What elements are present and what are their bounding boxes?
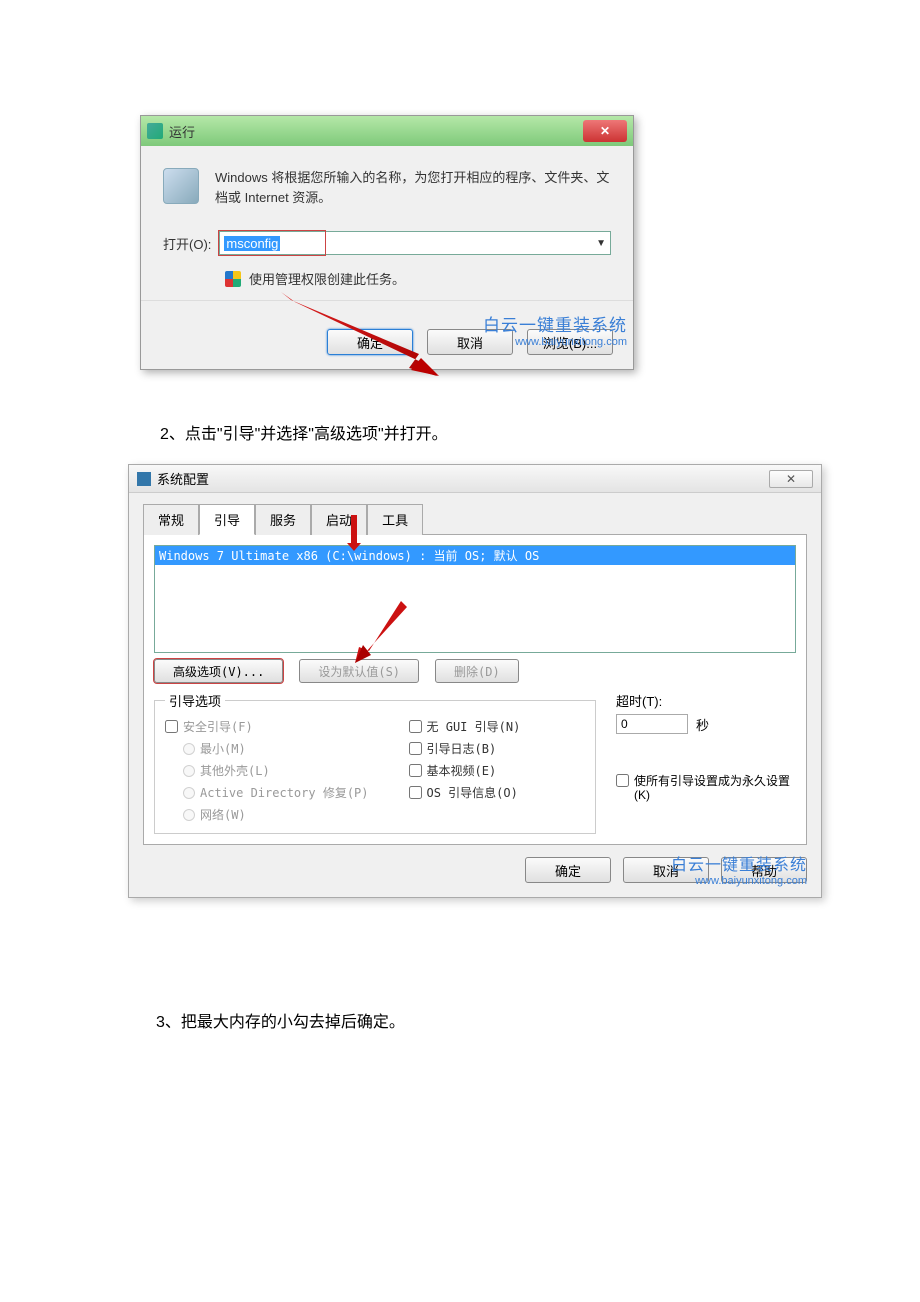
- run-description: Windows 将根据您所输入的名称，为您打开相应的程序、文件夹、文档或 Int…: [215, 168, 611, 207]
- sysconfig-icon: [137, 472, 151, 486]
- basevideo-label: 基本视频(E): [427, 762, 497, 779]
- sysconfig-title: 系统配置: [157, 469, 209, 488]
- tab-strip: 常规 引导 服务 启动 工具: [143, 503, 807, 535]
- close-button[interactable]: ✕: [769, 470, 813, 488]
- open-label: 打开(O):: [163, 234, 211, 253]
- timeout-unit: 秒: [696, 715, 709, 734]
- run-titlebar: 运行 ✕: [141, 116, 633, 146]
- permanent-checkbox[interactable]: 使所有引导设置成为永久设置(K): [616, 774, 796, 803]
- bootlog-checkbox[interactable]: 引导日志(B): [409, 740, 521, 757]
- watermark: 白云一键重装系统 www.baiyunxitong.com: [483, 311, 627, 348]
- safe-boot-label: 安全引导(F): [183, 718, 253, 735]
- instruction-step-3: 3、把最大内存的小勾去掉后确定。: [156, 1008, 920, 1032]
- shield-icon: [225, 271, 241, 287]
- shell-radio[interactable]: 其他外壳(L): [183, 762, 369, 779]
- bootlog-label: 引导日志(B): [427, 740, 497, 757]
- run-title-icon: [147, 123, 163, 139]
- tab-boot[interactable]: 引导: [199, 504, 255, 535]
- ok-button[interactable]: 确定: [525, 857, 611, 883]
- close-button[interactable]: ✕: [583, 120, 627, 142]
- tab-general[interactable]: 常规: [143, 504, 199, 535]
- tab-content-boot: Windows 7 Ultimate x86 (C:\windows) : 当前…: [143, 535, 807, 845]
- osinfo-label: OS 引导信息(O): [427, 784, 518, 801]
- tab-tools[interactable]: 工具: [367, 504, 423, 535]
- advanced-options-button[interactable]: 高级选项(V)...: [154, 659, 283, 683]
- ad-repair-label: Active Directory 修复(P): [200, 784, 369, 801]
- safe-boot-checkbox[interactable]: 安全引导(F): [165, 718, 369, 735]
- network-radio[interactable]: 网络(W): [183, 806, 369, 823]
- run-dialog: 运行 ✕ Windows 将根据您所输入的名称，为您打开相应的程序、文件夹、文档…: [140, 115, 634, 370]
- sysconfig-titlebar: 系统配置 ✕: [129, 465, 821, 493]
- ad-repair-radio[interactable]: Active Directory 修复(P): [183, 784, 369, 801]
- set-default-button[interactable]: 设为默认值(S): [299, 659, 419, 683]
- dropdown-icon[interactable]: ▼: [596, 238, 606, 249]
- tab-services[interactable]: 服务: [255, 504, 311, 535]
- watermark: 白云一键重装系统 www.baiyunxitong.com: [671, 851, 807, 887]
- timeout-label: 超时(T):: [616, 691, 796, 710]
- os-entry[interactable]: Windows 7 Ultimate x86 (C:\windows) : 当前…: [155, 546, 795, 565]
- shell-label: 其他外壳(L): [200, 762, 270, 779]
- min-label: 最小(M): [200, 740, 246, 757]
- no-gui-checkbox[interactable]: 无 GUI 引导(N): [409, 718, 521, 735]
- instruction-step-2: 2、点击"引导"并选择"高级选项"并打开。: [160, 420, 920, 444]
- permanent-label: 使所有引导设置成为永久设置(K): [634, 774, 796, 803]
- min-radio[interactable]: 最小(M): [183, 740, 369, 757]
- open-input-value: msconfig: [224, 236, 280, 251]
- network-label: 网络(W): [200, 806, 246, 823]
- watermark-main: 白云一键重装系统: [483, 311, 627, 336]
- os-list[interactable]: Windows 7 Ultimate x86 (C:\windows) : 当前…: [154, 545, 796, 653]
- system-config-dialog: 系统配置 ✕ 常规 引导 服务 启动 工具 Windows 7 Ultimate…: [128, 464, 822, 898]
- run-title: 运行: [169, 122, 195, 141]
- delete-button[interactable]: 删除(D): [435, 659, 519, 683]
- basevideo-checkbox[interactable]: 基本视频(E): [409, 762, 521, 779]
- timeout-input[interactable]: [616, 714, 688, 734]
- run-icon: [163, 168, 199, 204]
- ok-button[interactable]: 确定: [327, 329, 413, 355]
- admin-note: 使用管理权限创建此任务。: [249, 269, 405, 288]
- open-combobox[interactable]: msconfig ▼: [219, 231, 611, 255]
- boot-options-legend: 引导选项: [165, 691, 225, 710]
- boot-options-fieldset: 引导选项 安全引导(F) 最小(M) 其他外壳(L) Active Direct…: [154, 691, 596, 834]
- watermark-main: 白云一键重装系统: [671, 851, 807, 875]
- tab-startup[interactable]: 启动: [311, 504, 367, 535]
- watermark-sub: www.baiyunxitong.com: [671, 875, 807, 887]
- no-gui-label: 无 GUI 引导(N): [427, 718, 521, 735]
- osinfo-checkbox[interactable]: OS 引导信息(O): [409, 784, 521, 801]
- watermark-sub: www.baiyunxitong.com: [483, 336, 627, 348]
